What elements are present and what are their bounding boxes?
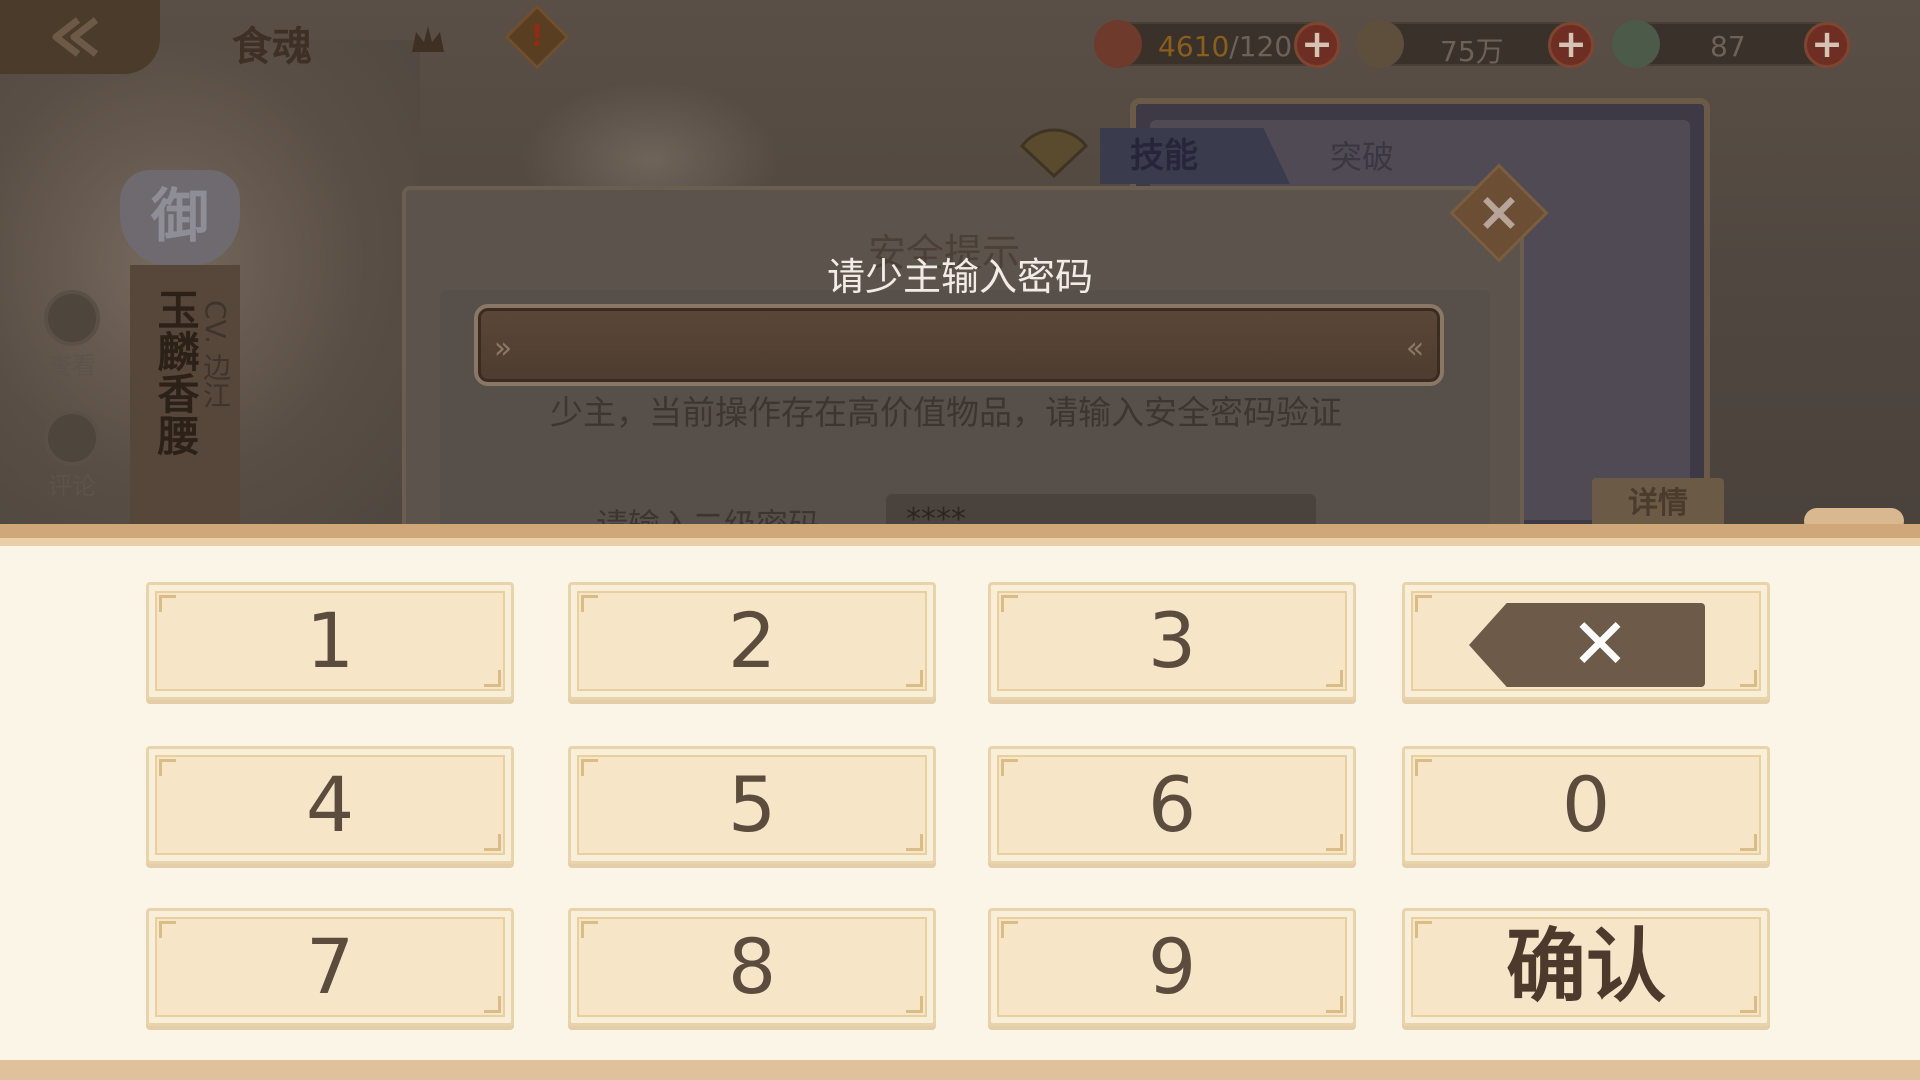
detail-button[interactable]: 详情 (1592, 478, 1724, 530)
delete-x-icon: ✕ (1570, 603, 1630, 685)
key-0[interactable]: 0 (1402, 746, 1770, 864)
key-7[interactable]: 7 (146, 908, 514, 1026)
key-3[interactable]: 3 (988, 582, 1356, 700)
stamina-current: 4610 (1158, 30, 1230, 63)
top-bar: 食魂 ! 4610/120 + 75万 + 87 + (0, 0, 1920, 80)
key-8[interactable]: 8 (568, 908, 936, 1026)
gem-icon (1612, 20, 1660, 68)
resource-gold: 75万 + (1356, 20, 1594, 68)
delete-button[interactable]: ✕ (1402, 582, 1770, 700)
key-1[interactable]: 1 (146, 582, 514, 700)
resource-crystal: 87 + (1612, 20, 1850, 68)
bowl-icon (1094, 20, 1142, 68)
add-stamina-button[interactable]: + (1294, 22, 1340, 68)
add-crystal-button[interactable]: + (1804, 22, 1850, 68)
page-title: 食魂 (232, 24, 312, 70)
comment-icon (44, 410, 100, 466)
gold-value: 75万 (1440, 35, 1504, 68)
key-2[interactable]: 2 (568, 582, 936, 700)
view-button[interactable]: 查看 (36, 290, 108, 381)
right-ornament-icon: « (1405, 331, 1425, 366)
back-button[interactable] (0, 0, 160, 74)
password-input[interactable]: » « (474, 304, 1444, 386)
coin-icon (1356, 20, 1404, 68)
tab-skill[interactable]: 技能 (1100, 128, 1290, 184)
keypad-bottom-edge (0, 1060, 1920, 1080)
resource-stamina: 4610/120 + (1094, 20, 1340, 68)
voice-actor: CV. 边江 (199, 300, 232, 409)
left-ornament-icon: » (493, 331, 513, 366)
crown-icon (412, 26, 444, 52)
crystal-value: 87 (1710, 30, 1746, 63)
view-label: 查看 (48, 352, 96, 380)
tab-breakthrough[interactable]: 突破 (1330, 132, 1394, 178)
security-dialog-description: 少主，当前操作存在高价值物品，请输入安全密码验证 (550, 393, 1342, 432)
alert-icon[interactable]: ! (504, 4, 570, 70)
confirm-button[interactable]: 确认 (1402, 908, 1770, 1026)
key-4[interactable]: 4 (146, 746, 514, 864)
add-gold-button[interactable]: + (1548, 22, 1594, 68)
stamina-max: /120 (1229, 30, 1293, 63)
character-name: 玉麟香腰 (151, 288, 200, 456)
comment-button[interactable]: 评论 (36, 410, 108, 501)
key-6[interactable]: 6 (988, 746, 1356, 864)
fan-icon (1019, 128, 1089, 178)
key-9[interactable]: 9 (988, 908, 1356, 1026)
back-arrow-icon (52, 17, 99, 57)
password-prompt-title: 请少主输入密码 (826, 255, 1093, 299)
close-icon: × (1476, 180, 1522, 243)
comment-label: 评论 (48, 472, 96, 500)
key-5[interactable]: 5 (568, 746, 936, 864)
